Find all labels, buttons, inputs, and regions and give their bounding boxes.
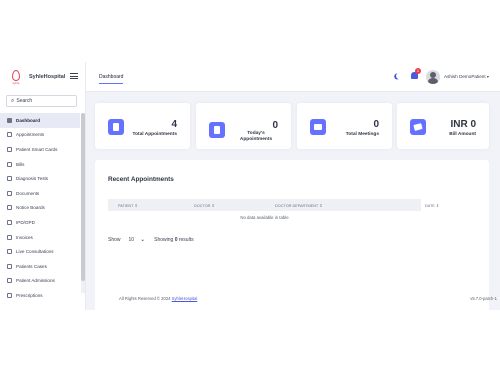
page-size-select[interactable]: 10 ⌄: [128, 236, 146, 244]
notification-badge: 1: [415, 68, 421, 74]
tab-dashboard[interactable]: Dashboard: [99, 74, 124, 84]
hospital-logo-icon: syhle: [8, 69, 24, 85]
search-icon: ⌕: [11, 97, 15, 104]
bill-icon: [7, 161, 12, 167]
footer: All Rights Reserved © 2024 SyhleHospital…: [86, 294, 500, 310]
column-header-patient[interactable]: PATIENT ⇕: [118, 203, 138, 208]
user-name: Ashish DemoPatient: [444, 74, 486, 79]
card-icon: [7, 146, 12, 152]
stat-value: 4: [171, 119, 177, 130]
pagination-bar: Show 10 ⌄ Showing 0 results: [108, 236, 194, 244]
column-header-department[interactable]: DOCTOR DEPARTMENT ⇕: [275, 203, 322, 208]
dark-mode-toggle-icon[interactable]: [395, 72, 403, 80]
empty-table-message: No data available in table: [240, 215, 289, 220]
calendar-icon: [7, 132, 12, 138]
sidebar-item-diagnosis-tests[interactable]: Diagnosis Tests: [0, 171, 80, 186]
sidebar-item-bills[interactable]: Bills: [0, 157, 80, 172]
chevron-down-icon: ⌄: [140, 237, 146, 243]
dashboard-icon: [7, 117, 12, 123]
sidebar-item-patient-admissions[interactable]: Patient Admissions: [0, 274, 80, 289]
sidebar-item-prescriptions[interactable]: Prescriptions: [0, 288, 80, 303]
sidebar-item-documents[interactable]: Documents: [0, 186, 80, 201]
invoice-icon: [7, 234, 12, 240]
table-header: PATIENT ⇕ DOCTOR ⇕ DOCTOR DEPARTMENT ⇕ D…: [108, 199, 439, 211]
avatar[interactable]: [426, 70, 440, 84]
sidebar-item-invoices[interactable]: Invoices: [0, 230, 80, 245]
stat-card-todays-appointments: 0 Today's Appointments: [196, 103, 291, 149]
chevron-down-icon: ▾: [486, 74, 489, 79]
stat-value: 0: [373, 119, 379, 130]
sidebar-item-appointments[interactable]: Appointments: [0, 128, 80, 143]
recent-appointments-panel: Recent Appointments PATIENT ⇕ DOCTOR ⇕ D…: [95, 160, 489, 314]
video-icon: [7, 249, 12, 255]
copyright: All Rights Reserved © 2024 SyhleHospital: [119, 296, 198, 301]
stat-label: Today's Appointments: [239, 131, 273, 142]
showing-results: Showing 0 results: [154, 236, 194, 243]
today-calendar-icon: [209, 122, 225, 138]
sidebar-item-ipd-opd[interactable]: IPD/OPD: [0, 215, 80, 230]
sidebar: syhle SyhleHospital ⌕ Search Dashboard A…: [0, 62, 86, 310]
notice-icon: [7, 205, 12, 211]
stat-label: Bill Amount: [449, 132, 476, 137]
admission-icon: [7, 278, 12, 284]
column-header-doctor[interactable]: DOCTOR ⇕: [194, 203, 215, 208]
page-size-value: 10: [128, 236, 135, 243]
appointments-icon: [108, 119, 124, 135]
sidebar-menu: Dashboard Appointments Patient Smart Car…: [0, 113, 80, 303]
search-placeholder: Search: [16, 98, 33, 104]
hospital-icon: [7, 219, 12, 225]
show-label: Show: [108, 236, 121, 243]
stat-card-total-appointments: 4 Total Appointments: [95, 103, 190, 149]
stat-value: INR 0: [450, 119, 476, 130]
sidebar-item-notice-boards[interactable]: Notice Boards: [0, 201, 80, 216]
stat-card-bill-amount: INR 0 Bill Amount: [397, 103, 489, 149]
column-header-date[interactable]: DATE ⇕: [425, 203, 439, 208]
sidebar-item-live-consultations[interactable]: Live Consultations: [0, 244, 80, 259]
stat-label: Total Meetings: [345, 132, 379, 137]
sidebar-item-smart-cards[interactable]: Patient Smart Cards: [0, 142, 80, 157]
stat-value: 0: [272, 120, 278, 131]
test-icon: [7, 176, 12, 182]
document-icon: [7, 190, 12, 196]
sidebar-item-dashboard[interactable]: Dashboard: [0, 113, 80, 128]
stat-card-total-meetings: 0 Total Meetings: [297, 103, 392, 149]
sidebar-scrollbar[interactable]: [81, 113, 85, 281]
top-header: Dashboard 1 Ashish DemoPatient ▾: [86, 62, 500, 92]
prescription-icon: [7, 292, 12, 298]
menu-toggle-icon[interactable]: [70, 73, 78, 79]
search-input[interactable]: ⌕ Search: [6, 95, 77, 107]
case-icon: [7, 263, 12, 269]
sidebar-item-patients-cases[interactable]: Patients Cases: [0, 259, 80, 274]
user-menu[interactable]: Ashish DemoPatient ▾: [444, 74, 489, 79]
footer-link[interactable]: SyhleHospital: [172, 296, 198, 301]
brand-name: SyhleHospital: [29, 74, 66, 80]
version: v5.7.0-patch-1: [470, 296, 497, 301]
video-camera-icon: [310, 119, 326, 135]
panel-title: Recent Appointments: [108, 176, 174, 183]
screen: syhle SyhleHospital ⌕ Search Dashboard A…: [0, 0, 500, 375]
money-icon: [410, 119, 426, 135]
stat-label: Total Appointments: [132, 132, 178, 137]
app-shell: syhle SyhleHospital ⌕ Search Dashboard A…: [0, 62, 500, 314]
